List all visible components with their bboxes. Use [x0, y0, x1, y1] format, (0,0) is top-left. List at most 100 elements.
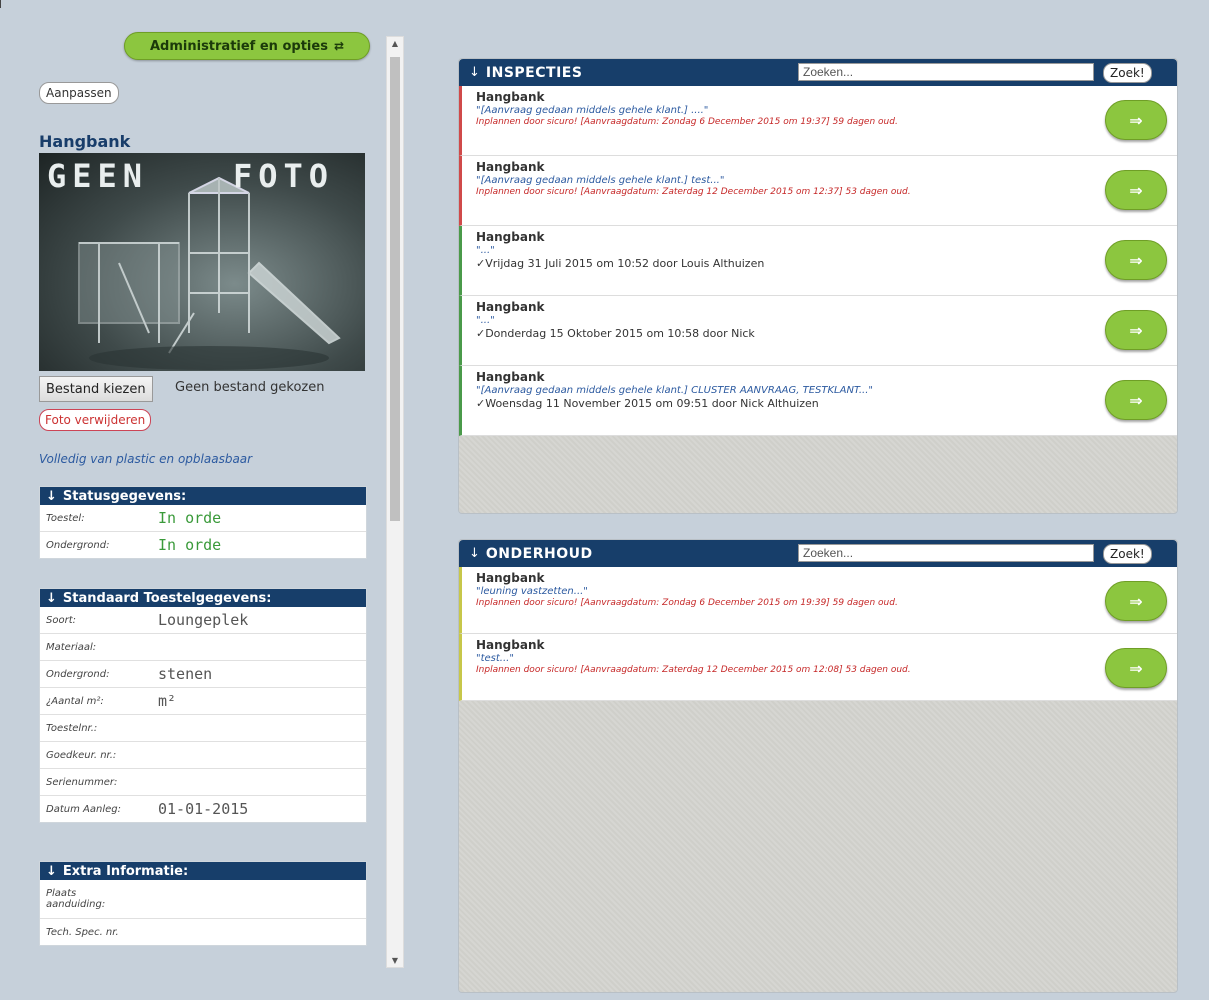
standard-row-label: Datum Aanleg:	[46, 803, 121, 815]
item-quote: "[Aanvraag gedaan middels gehele klant.]…	[476, 175, 725, 186]
maintenance-item[interactable]: Hangbank "leuning vastzetten..." Inplann…	[459, 567, 1177, 634]
device-photo: GEEN FOTO	[39, 153, 365, 371]
item-status: ✓Donderdag 15 Oktober 2015 om 10:58 door…	[476, 327, 755, 340]
file-status-text: Geen bestand gekozen	[175, 380, 325, 395]
inspections-header: ↓ INSPECTIES Zoek!	[459, 59, 1177, 86]
item-name: Hangbank	[476, 571, 545, 585]
status-row-device: Toestel: In orde	[40, 505, 366, 532]
extra-panel-title: Extra Informatie:	[62, 863, 189, 879]
standard-row: Ondergrond: stenen	[40, 661, 366, 688]
item-status: Inplannen door sicuro! [Aanvraagdatum: Z…	[476, 117, 898, 127]
item-status: Inplannen door sicuro! [Aanvraagdatum: Z…	[476, 665, 911, 675]
item-name: Hangbank	[476, 370, 545, 384]
admin-options-button[interactable]: Administratief en opties ⇄	[124, 32, 370, 60]
inspection-item[interactable]: Hangbank "[Aanvraag gedaan middels gehel…	[459, 366, 1177, 436]
standard-row-label: Toestelnr.:	[46, 722, 98, 734]
status-row-label: Toestel:	[46, 512, 85, 524]
status-row-ground: Ondergrond: In orde	[40, 532, 366, 558]
item-status: ✓Vrijdag 31 Juli 2015 om 10:52 door Loui…	[476, 257, 765, 270]
extra-panel-header[interactable]: ↓ Extra Informatie:	[40, 862, 366, 880]
standard-row: Materiaal:	[40, 634, 366, 661]
standard-row-value: 01-01-2015	[158, 800, 249, 818]
device-title: Hangbank	[39, 132, 131, 151]
photo-placeholder-right-text: FOTO	[233, 157, 335, 195]
open-item-button[interactable]: ⇒	[1105, 581, 1167, 621]
item-quote: "[Aanvraag gedaan middels gehele klant.]…	[476, 385, 873, 396]
status-panel-header[interactable]: ↓ Statusgegevens:	[40, 487, 366, 505]
status-row-value: In orde	[158, 509, 222, 527]
item-name: Hangbank	[476, 90, 545, 104]
collapse-arrow-icon: ↓	[46, 488, 57, 504]
maintenance-header: ↓ ONDERHOUD Zoek!	[459, 540, 1177, 567]
standard-row-label: Ondergrond:	[46, 668, 110, 680]
inspections-search-input[interactable]	[798, 63, 1094, 81]
inspections-title: INSPECTIES	[485, 64, 583, 81]
inspection-item[interactable]: Hangbank "[Aanvraag gedaan middels gehel…	[459, 156, 1177, 226]
standard-row-label: ¿Aantal m²:	[46, 695, 104, 707]
item-status: Inplannen door sicuro! [Aanvraagdatum: Z…	[476, 187, 911, 197]
standard-row-label: Goedkeur. nr.:	[46, 749, 117, 761]
open-item-button[interactable]: ⇒	[1105, 100, 1167, 140]
extra-row: Tech. Spec. nr.	[40, 919, 366, 945]
standard-data-panel: ↓ Standaard Toestelgegevens: Soort: Loun…	[39, 588, 367, 823]
sidebar-scrollbar[interactable]: ▲ ▼	[386, 36, 404, 968]
inspection-item[interactable]: Hangbank "..." ✓Donderdag 15 Oktober 201…	[459, 296, 1177, 366]
device-description: Volledig van plastic en opblaasbaar	[39, 452, 253, 466]
inspections-search-button[interactable]: Zoek!	[1103, 63, 1152, 83]
open-item-button[interactable]: ⇒	[1105, 310, 1167, 350]
remove-photo-button[interactable]: Foto verwijderen	[39, 409, 152, 431]
status-row-label: Ondergrond:	[46, 539, 110, 551]
standard-panel-header[interactable]: ↓ Standaard Toestelgegevens:	[40, 589, 366, 607]
maintenance-module: ↓ ONDERHOUD Zoek! Hangbank "leuning vast…	[458, 539, 1178, 993]
inspection-item[interactable]: Hangbank "..." ✓Vrijdag 31 Juli 2015 om …	[459, 226, 1177, 296]
standard-row: Datum Aanleg: 01-01-2015	[40, 796, 366, 822]
item-quote: "[Aanvraag gedaan middels gehele klant.]…	[476, 105, 709, 116]
open-item-button[interactable]: ⇒	[1105, 240, 1167, 280]
choose-file-button[interactable]: Bestand kiezen	[39, 376, 153, 402]
standard-row-label: Soort:	[46, 614, 76, 626]
open-item-button[interactable]: ⇒	[1105, 648, 1167, 688]
standard-row-label: Materiaal:	[46, 641, 97, 653]
maintenance-search-input[interactable]	[798, 544, 1094, 562]
inspections-module: ↓ INSPECTIES Zoek! Hangbank "[Aanvraag g…	[458, 58, 1178, 514]
item-quote: "leuning vastzetten..."	[476, 586, 588, 597]
item-quote: "test..."	[476, 653, 514, 664]
maintenance-title: ONDERHOUD	[485, 545, 593, 562]
scroll-up-icon[interactable]: ▲	[390, 39, 400, 48]
device-sidebar: Administratief en opties ⇄ Aanpassen Han…	[30, 30, 375, 970]
status-panel-title: Statusgegevens:	[62, 488, 187, 504]
scroll-down-icon[interactable]: ▼	[390, 956, 400, 965]
maintenance-item[interactable]: Hangbank "test..." Inplannen door sicuro…	[459, 634, 1177, 701]
photo-placeholder-left-text: GEEN	[47, 157, 149, 195]
standard-row: Toestelnr.:	[40, 715, 366, 742]
standard-row: Goedkeur. nr.:	[40, 742, 366, 769]
scrollbar-thumb[interactable]	[390, 57, 400, 521]
collapse-arrow-icon: ↓	[46, 590, 57, 606]
standard-row: Serienummer:	[40, 769, 366, 796]
collapse-arrow-icon[interactable]: ↓	[469, 65, 480, 80]
status-panel: ↓ Statusgegevens: Toestel: In orde Onder…	[39, 486, 367, 559]
standard-panel-title: Standaard Toestelgegevens:	[62, 590, 272, 606]
status-row-value: In orde	[158, 536, 222, 554]
collapse-arrow-icon[interactable]: ↓	[469, 546, 480, 561]
item-status: Inplannen door sicuro! [Aanvraagdatum: Z…	[476, 598, 898, 608]
standard-row-label: Serienummer:	[46, 776, 118, 788]
admin-options-label: Administratief en opties	[149, 38, 328, 54]
standard-row-value: m²	[158, 692, 177, 710]
extra-row-label: Plaats aanduiding:	[46, 888, 106, 910]
standard-row-value: stenen	[158, 665, 213, 683]
item-name: Hangbank	[476, 300, 545, 314]
standard-row-value: Loungeplek	[158, 611, 249, 629]
item-name: Hangbank	[476, 230, 545, 244]
maintenance-search-button[interactable]: Zoek!	[1103, 544, 1152, 564]
open-item-button[interactable]: ⇒	[1105, 170, 1167, 210]
item-quote: "..."	[476, 245, 495, 256]
extra-row-label: Tech. Spec. nr.	[46, 926, 119, 938]
open-item-button[interactable]: ⇒	[1105, 380, 1167, 420]
adjust-button[interactable]: Aanpassen	[39, 82, 119, 104]
extra-info-panel: ↓ Extra Informatie: Plaats aanduiding: T…	[39, 861, 367, 946]
item-status: ✓Woensdag 11 November 2015 om 09:51 door…	[476, 397, 819, 410]
standard-row: ¿Aantal m²: m²	[40, 688, 366, 715]
arrows-swap-icon: ⇄	[333, 39, 344, 53]
inspection-item[interactable]: Hangbank "[Aanvraag gedaan middels gehel…	[459, 86, 1177, 156]
